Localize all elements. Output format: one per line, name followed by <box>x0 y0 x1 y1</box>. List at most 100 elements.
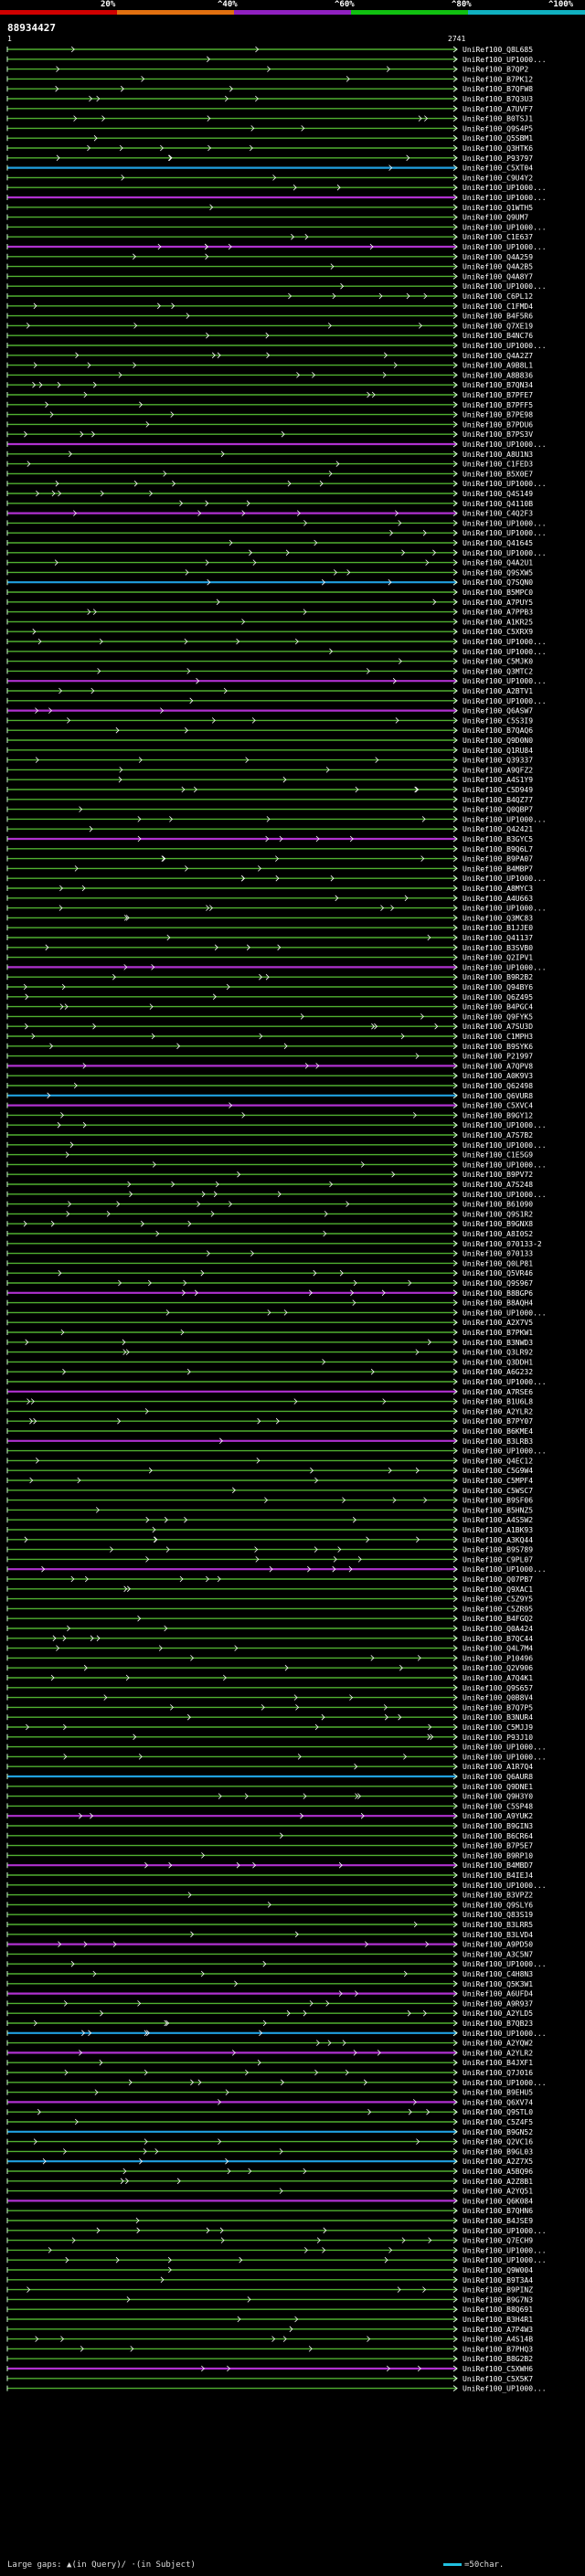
hit-row[interactable]: UniRef100_A2YLD5 <box>6 2009 533 2018</box>
hit-row[interactable]: UniRef100_Q4S149 <box>6 490 533 498</box>
hit-row[interactable]: UniRef100_Q9S4P5 <box>6 124 533 133</box>
hit-row[interactable]: UniRef100_UP1000... <box>6 194 547 202</box>
hit-row[interactable]: UniRef100_B9GL03 <box>6 2147 533 2156</box>
hit-row[interactable]: UniRef100_B7QFW8 <box>6 85 533 93</box>
hit-row[interactable]: UniRef100_B3LRB3 <box>6 1437 533 1446</box>
hit-row[interactable]: UniRef100_Q5K3W1 <box>6 1980 533 1988</box>
hit-row[interactable]: UniRef100_Q2VC16 <box>6 2138 533 2147</box>
hit-row[interactable]: UniRef100_Q42421 <box>6 825 533 833</box>
hit-row[interactable]: UniRef100_B3NUR4 <box>6 1713 533 1722</box>
hit-row[interactable]: UniRef100_B8BGP6 <box>6 1289 533 1298</box>
hit-row[interactable]: UniRef100_Q9S1R2 <box>6 1210 533 1218</box>
hit-row[interactable]: UniRef100_Q9STL0 <box>6 2108 533 2116</box>
hit-row[interactable]: UniRef100_UP1000... <box>6 1161 547 1169</box>
hit-row[interactable]: UniRef100_B9SF06 <box>6 1497 533 1505</box>
hit-row[interactable]: UniRef100_Q3HTK6 <box>6 144 533 153</box>
hit-row[interactable]: UniRef100_C5MJJ9 <box>6 1723 533 1732</box>
hit-row[interactable]: UniRef100_B9GN52 <box>6 2128 533 2136</box>
hit-row[interactable]: UniRef100_Q0QBP7 <box>6 806 533 814</box>
hit-row[interactable]: UniRef100_C9PL07 <box>6 1555 533 1564</box>
hit-row[interactable]: UniRef100_UP1000... <box>6 1309 547 1317</box>
hit-row[interactable]: UniRef100_Q1WTH5 <box>6 204 533 212</box>
hit-row[interactable]: UniRef100_A2BTV1 <box>6 687 533 695</box>
hit-row[interactable]: UniRef100_A7S248 <box>6 1181 533 1189</box>
hit-row[interactable]: UniRef100_A8I0S2 <box>6 1230 533 1238</box>
hit-row[interactable]: UniRef100_B9G7N3 <box>6 2295 533 2304</box>
hit-row[interactable]: UniRef100_B9SYK6 <box>6 1043 533 1051</box>
hit-row[interactable]: UniRef100_UP1000... <box>6 2227 547 2235</box>
hit-row[interactable]: UniRef100_B7PK12 <box>6 75 533 83</box>
hit-row[interactable]: UniRef100_B4IEJ4 <box>6 1871 533 1880</box>
hit-row[interactable]: UniRef100_C5XVC4 <box>6 1102 533 1110</box>
hit-row[interactable]: UniRef100_B5X0E7 <box>6 470 533 478</box>
hit-row[interactable]: UniRef100_A2YQW2 <box>6 2040 533 2048</box>
hit-row[interactable]: UniRef100_B9GY12 <box>6 1111 533 1119</box>
hit-row[interactable]: UniRef100_UP1000... <box>6 2385 547 2393</box>
hit-row[interactable]: UniRef100_UP1000... <box>6 963 547 971</box>
hit-row[interactable]: UniRef100_UP1000... <box>6 638 547 646</box>
hit-row[interactable]: UniRef100_B3H4R1 <box>6 2316 533 2324</box>
hit-row[interactable]: UniRef100_070133-2 <box>6 1240 542 1248</box>
hit-row[interactable]: UniRef100_UP1000... <box>6 2079 547 2087</box>
hit-row[interactable]: UniRef100_Q4110B <box>6 500 533 508</box>
hit-row[interactable]: UniRef100_P10496 <box>6 1654 533 1662</box>
hit-row[interactable]: UniRef100_B4QZ77 <box>6 796 533 804</box>
hit-row[interactable]: UniRef100_C1FED3 <box>6 461 533 469</box>
hit-row[interactable]: UniRef100_A9PD50 <box>6 1941 533 1949</box>
hit-row[interactable]: UniRef100_UP1000... <box>6 2246 547 2254</box>
hit-row[interactable]: UniRef100_B8AQH4 <box>6 1299 533 1308</box>
hit-row[interactable]: UniRef100_Q07PB7 <box>6 1575 533 1584</box>
hit-row[interactable]: UniRef100_A6UFD4 <box>6 1990 533 1998</box>
hit-row[interactable]: UniRef100_C5ZR95 <box>6 1605 533 1613</box>
hit-row[interactable]: UniRef100_Q0A424 <box>6 1625 533 1633</box>
hit-row[interactable]: UniRef100_A3KQ44 <box>6 1536 533 1544</box>
hit-row[interactable]: UniRef100_Q9DNE1 <box>6 1783 533 1791</box>
hit-row[interactable]: UniRef100_B7PDU6 <box>6 420 533 429</box>
hit-row[interactable]: UniRef100_B4JXF1 <box>6 2059 533 2067</box>
hit-row[interactable]: UniRef100_A7PPB3 <box>6 609 533 617</box>
hit-row[interactable]: UniRef100_A4S14B <box>6 2336 533 2344</box>
hit-row[interactable]: UniRef100_B3LVD4 <box>6 1931 533 1939</box>
hit-row[interactable]: UniRef100_B4FGQ2 <box>6 1615 533 1623</box>
hit-row[interactable]: UniRef100_Q9H3Y0 <box>6 1793 533 1801</box>
hit-row[interactable]: UniRef100_Q4A2Z7 <box>6 352 533 360</box>
hit-row[interactable]: UniRef100_A7S7B2 <box>6 1131 533 1140</box>
hit-row[interactable]: UniRef100_B9GNX8 <box>6 1220 533 1228</box>
hit-row[interactable]: UniRef100_C5WSC7 <box>6 1487 533 1495</box>
hit-row[interactable]: UniRef100_B7Q7P5 <box>6 1703 533 1712</box>
hit-row[interactable]: UniRef100_B1U6L8 <box>6 1398 533 1406</box>
hit-row[interactable]: UniRef100_UP1000... <box>6 282 547 291</box>
hit-row[interactable]: UniRef100_C1E5G9 <box>6 1151 533 1160</box>
hit-row[interactable]: UniRef100_P93797 <box>6 154 533 163</box>
hit-row[interactable]: UniRef100_C4H8N3 <box>6 1970 533 1978</box>
hit-row[interactable]: UniRef100_Q83S19 <box>6 1911 533 1919</box>
hit-row[interactable]: UniRef100_Q3MTC2 <box>6 667 533 675</box>
hit-row[interactable]: UniRef100_B9PINZ <box>6 2286 533 2295</box>
hit-row[interactable]: UniRef100_UP1000... <box>6 1882 547 1890</box>
hit-row[interactable]: UniRef100_Q9UM7 <box>6 214 528 222</box>
hit-row[interactable]: UniRef100_Q2IPV1 <box>6 954 533 962</box>
hit-row[interactable]: UniRef100_Q5SBM1 <box>6 134 533 143</box>
hit-row[interactable]: UniRef100_B4MBD7 <box>6 1861 533 1870</box>
hit-row[interactable]: UniRef100_UP1000... <box>6 875 547 883</box>
hit-row[interactable]: UniRef100_A2X7V5 <box>6 1319 533 1327</box>
hit-row[interactable]: UniRef100_UP1000... <box>6 56 547 64</box>
hit-row[interactable]: UniRef100_P93J10 <box>6 1733 533 1742</box>
hit-row[interactable]: UniRef100_B7P5E7 <box>6 1842 533 1850</box>
hit-row[interactable]: UniRef100_Q9FYK5 <box>6 1012 533 1021</box>
hit-row[interactable]: UniRef100_Q4A259 <box>6 253 533 261</box>
hit-row[interactable]: UniRef100_B7QN34 <box>6 381 533 389</box>
hit-row[interactable]: UniRef100_UP1000... <box>6 1565 547 1574</box>
hit-row[interactable]: UniRef100_B61090 <box>6 1201 533 1209</box>
hit-row[interactable]: UniRef100_UP1000... <box>6 1141 547 1150</box>
hit-row[interactable]: UniRef100_Q0LP81 <box>6 1259 533 1267</box>
hit-row[interactable]: UniRef100_Q9SXW5 <box>6 568 533 577</box>
hit-row[interactable]: UniRef100_UP1000... <box>6 223 547 231</box>
hit-row[interactable]: UniRef100_C5XRX9 <box>6 628 533 636</box>
hit-row[interactable]: UniRef100_A1R7Q4 <box>6 1763 533 1771</box>
hit-row[interactable]: UniRef100_B7QB23 <box>6 2019 533 2028</box>
hit-row[interactable]: UniRef100_B7PHQ3 <box>6 2345 533 2353</box>
hit-row[interactable]: UniRef100_A8MYC3 <box>6 885 533 893</box>
hit-row[interactable]: UniRef100_Q6VUR8 <box>6 1092 533 1100</box>
hit-row[interactable]: UniRef100_UP1000... <box>6 677 547 685</box>
